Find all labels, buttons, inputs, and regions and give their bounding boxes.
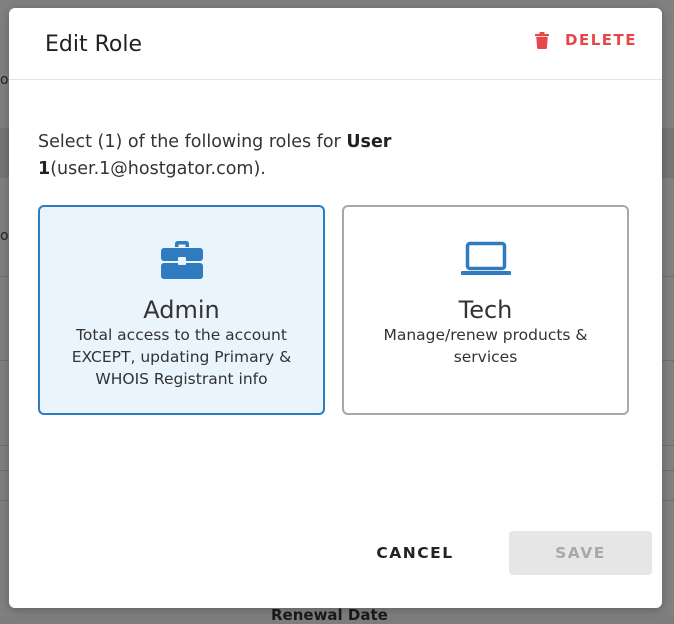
- modal-header: Edit Role DELETE: [9, 8, 662, 80]
- role-card-tech[interactable]: Tech Manage/renew products & services: [342, 205, 629, 415]
- background-text-fragment: o: [0, 228, 9, 244]
- role-description: Total access to the account EXCEPT, upda…: [71, 326, 292, 388]
- save-button[interactable]: SAVE: [509, 531, 652, 575]
- role-description: Manage/renew products & services: [383, 326, 588, 366]
- laptop-icon: [460, 241, 511, 279]
- edit-role-modal: Edit Role DELETE Select (1) of the follo…: [9, 8, 662, 608]
- background-column-header: Renewal Date: [271, 606, 388, 624]
- role-name: Tech: [458, 296, 513, 324]
- role-selection-prompt: Select (1) of the following roles for Us…: [38, 129, 438, 183]
- modal-title: Edit Role: [45, 32, 143, 57]
- delete-button[interactable]: DELETE: [535, 31, 637, 49]
- trash-icon: [535, 31, 550, 49]
- role-name: Admin: [143, 296, 220, 324]
- cancel-button[interactable]: CANCEL: [365, 531, 465, 575]
- delete-button-label: DELETE: [565, 31, 637, 49]
- briefcase-icon: [160, 241, 203, 279]
- prompt-user-email: (user.1@hostgator.com).: [50, 159, 266, 179]
- background-text-fragment: o: [0, 72, 9, 88]
- role-card-admin[interactable]: Admin Total access to the account EXCEPT…: [38, 205, 325, 415]
- prompt-prefix: Select (1) of the following roles for: [38, 132, 347, 152]
